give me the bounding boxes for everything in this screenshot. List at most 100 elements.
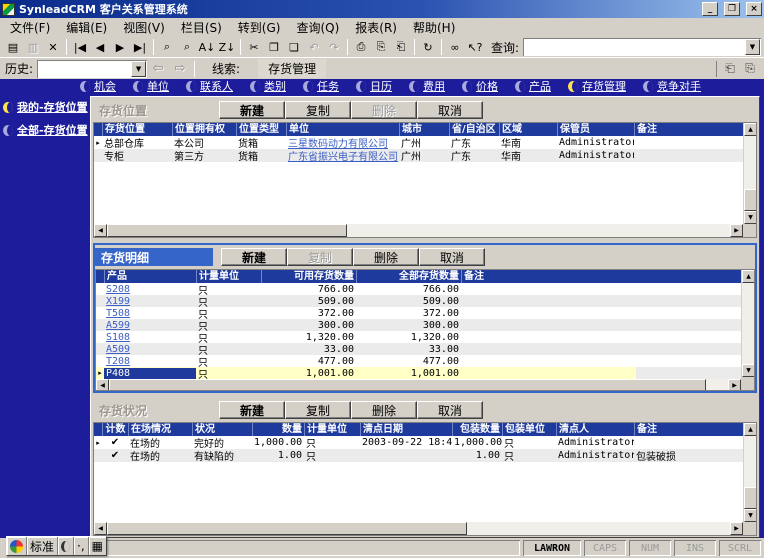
table-row[interactable]: A599 只 300.00 300.00 (96, 319, 741, 333)
sort-desc-icon[interactable]: Z↓ (217, 38, 237, 56)
product-link[interactable]: X199 (104, 296, 196, 307)
undo-icon[interactable]: ↶ (304, 38, 324, 56)
tab-inventory[interactable]: 存货管理 (568, 78, 626, 94)
scrollbar-thumb[interactable] (744, 189, 756, 211)
scroll-up-icon[interactable]: ▲ (742, 270, 754, 283)
tab-price[interactable]: 价格 (462, 78, 498, 94)
horizontal-scrollbar[interactable]: ◀ ▶ (94, 224, 743, 237)
scroll-left-icon[interactable]: ◀ (94, 522, 107, 535)
find-binoculars-icon[interactable]: ∞ (445, 38, 465, 56)
print-preview-icon[interactable]: ⎗ (391, 38, 411, 56)
menu-report[interactable]: 报表(R) (347, 18, 405, 37)
product-link[interactable]: T208 (104, 356, 196, 367)
edit-record-icon[interactable]: ▥ (23, 38, 43, 56)
table-row-selected[interactable]: ▸ P408 只 1,001.00 1,001.00 (96, 367, 741, 381)
tab-product[interactable]: 产品 (515, 78, 551, 94)
vertical-scrollbar[interactable]: ▲ ▼ (741, 270, 754, 377)
cancel-button[interactable]: 取消 (419, 248, 485, 266)
company-link[interactable]: 广东省振兴电子有限公司 (286, 148, 399, 163)
delete-button[interactable]: 删除 (353, 248, 419, 266)
table-row[interactable]: T508 只 372.00 372.00 (96, 307, 741, 321)
menu-help[interactable]: 帮助(H) (405, 18, 463, 37)
cancel-button[interactable]: 取消 (417, 101, 483, 119)
menu-file[interactable]: 文件(F) (2, 18, 58, 37)
scroll-down-icon[interactable]: ▼ (742, 364, 754, 377)
tab-contact[interactable]: 联系人 (186, 78, 233, 94)
delete-button[interactable]: 删除 (351, 401, 417, 419)
next-record-icon[interactable]: ▶ (110, 38, 130, 56)
scroll-left-icon[interactable]: ◀ (94, 224, 107, 237)
scroll-right-icon[interactable]: ▶ (728, 379, 741, 390)
scrollbar-thumb[interactable] (744, 487, 756, 509)
query-zoom-icon[interactable]: ⌕ (177, 38, 197, 56)
menu-view[interactable]: 视图(V) (115, 18, 173, 37)
table-row[interactable]: T208 只 477.00 477.00 (96, 355, 741, 369)
scroll-up-icon[interactable]: ▲ (744, 123, 756, 136)
copy-button[interactable]: 复制 (287, 248, 353, 266)
prev-record-icon[interactable]: ◀ (90, 38, 110, 56)
detail-view-icon[interactable]: ⎗ (721, 61, 739, 77)
export-icon[interactable]: ⎘ (371, 38, 391, 56)
sort-asc-icon[interactable]: A↓ (197, 38, 217, 56)
cut-icon[interactable]: ✂ (244, 38, 264, 56)
delete-record-icon[interactable]: ✕ (43, 38, 63, 56)
horizontal-scrollbar[interactable]: ◀ ▶ (94, 522, 743, 535)
tab-category[interactable]: 类别 (250, 78, 286, 94)
copy-button[interactable]: 复制 (285, 101, 351, 119)
scrollbar-thumb[interactable] (109, 379, 706, 390)
search-icon[interactable]: ⌕ (157, 38, 177, 56)
menu-columns[interactable]: 栏目(S) (173, 18, 230, 37)
redo-icon[interactable]: ↷ (324, 38, 344, 56)
tab-calendar[interactable]: 日历 (356, 78, 392, 94)
combo-arrow-icon[interactable]: ▼ (745, 39, 760, 55)
new-button[interactable]: 新建 (219, 101, 285, 119)
context-help-icon[interactable]: ↖? (465, 38, 485, 56)
history-combobox[interactable]: ▼ (37, 59, 148, 78)
menu-goto[interactable]: 转到(G) (230, 18, 289, 37)
ime-punctuation-button[interactable]: ·, (74, 537, 89, 555)
delete-button[interactable]: 删除 (351, 101, 417, 119)
scrollbar-thumb[interactable] (107, 522, 467, 535)
product-link[interactable]: A509 (104, 344, 196, 355)
combo-arrow-icon[interactable]: ▼ (131, 60, 147, 77)
vertical-scrollbar[interactable]: ▲ ▼ (743, 423, 756, 522)
ime-keyboard-icon[interactable]: ▦ (89, 537, 106, 555)
tab-company[interactable]: 单位 (133, 78, 169, 94)
print-icon[interactable]: ⎙ (351, 38, 371, 56)
cancel-button[interactable]: 取消 (417, 401, 483, 419)
menu-query[interactable]: 查询(Q) (288, 18, 347, 37)
ime-fullwidth-moon-icon[interactable] (58, 537, 75, 555)
new-button[interactable]: 新建 (221, 248, 287, 266)
product-link[interactable]: S208 (104, 284, 196, 295)
vertical-scrollbar[interactable]: ▲ ▼ (743, 123, 756, 224)
copy-button[interactable]: 复制 (285, 401, 351, 419)
scrollbar-thumb[interactable] (107, 224, 347, 237)
scroll-up-icon[interactable]: ▲ (744, 423, 756, 436)
ime-mode-button[interactable]: 标准 (27, 537, 59, 555)
table-row[interactable]: 专柜 第三方 货箱 广东省振兴电子有限公司 广州 广东 华南 Administr… (94, 148, 743, 163)
scroll-right-icon[interactable]: ▶ (730, 224, 743, 237)
first-record-icon[interactable]: |◀ (70, 38, 90, 56)
tab-competitor[interactable]: 竞争对手 (643, 78, 701, 94)
ime-logo-icon[interactable] (7, 537, 27, 555)
card-view-icon[interactable]: ⎘ (741, 61, 759, 77)
table-row[interactable]: ✔ 在场的 有缺陷的 1.00 只 1.00 只 Administrator 包… (94, 449, 743, 463)
new-record-icon[interactable]: ▤ (3, 38, 23, 56)
product-link[interactable]: A599 (104, 320, 196, 331)
table-row[interactable]: S208 只 766.00 766.00 (96, 283, 741, 297)
sidebar-item-all-locations[interactable]: 全部-存货位置 (3, 122, 90, 138)
query-combobox[interactable]: ▼ (523, 38, 761, 56)
product-link[interactable]: P408 (104, 367, 196, 379)
tab-opportunity[interactable]: 机会 (80, 78, 116, 94)
minimize-button[interactable]: _ (702, 2, 718, 16)
sidebar-item-my-locations[interactable]: 我的-存货位置 (3, 99, 90, 115)
horizontal-scrollbar[interactable]: ◀ ▶ (96, 379, 741, 390)
copy-icon[interactable]: ❐ (264, 38, 284, 56)
history-forward-icon[interactable]: ⇨ (169, 60, 191, 78)
last-record-icon[interactable]: ▶| (130, 38, 150, 56)
close-button[interactable]: × (746, 2, 762, 16)
table-row[interactable]: A509 只 33.00 33.00 (96, 343, 741, 357)
table-row[interactable]: X199 只 509.00 509.00 (96, 295, 741, 309)
history-back-icon[interactable]: ⇦ (147, 60, 169, 78)
restore-button[interactable]: ❐ (724, 2, 740, 16)
